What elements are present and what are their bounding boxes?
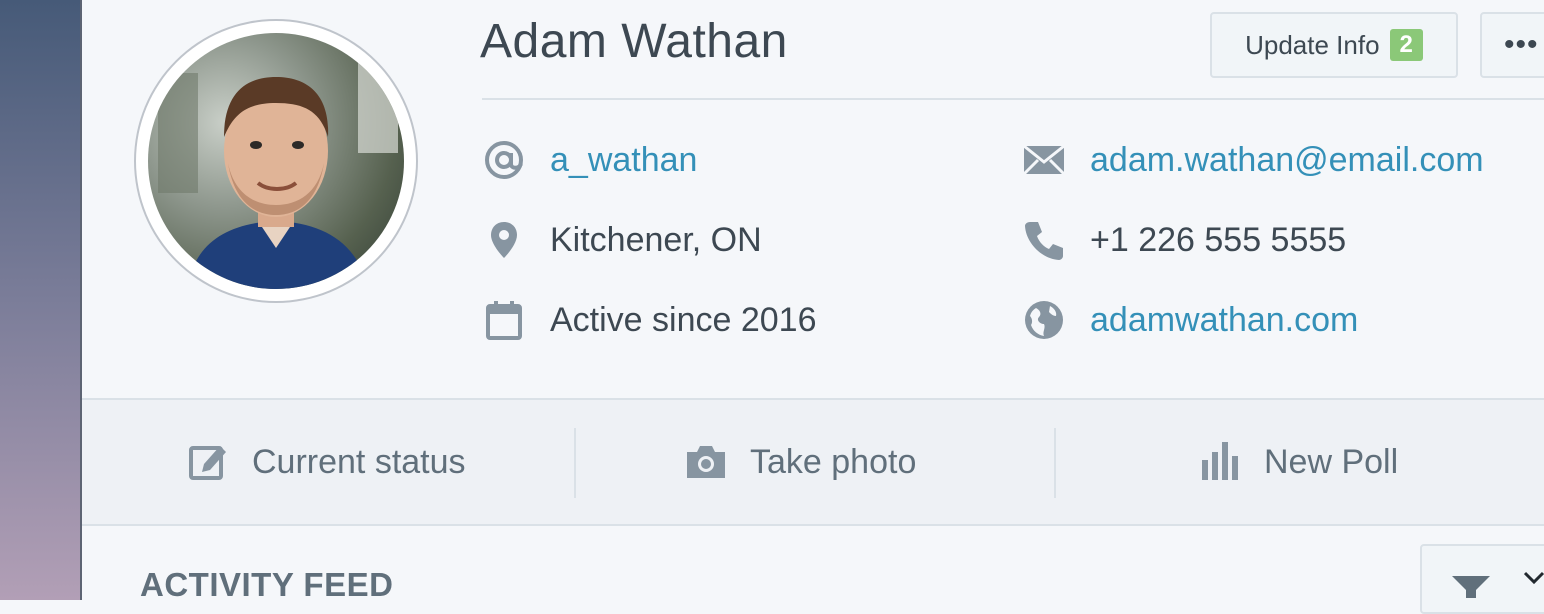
avatar-photo: [148, 33, 404, 289]
envelope-icon: [1022, 138, 1066, 182]
update-count-badge: 2: [1389, 29, 1423, 61]
map-pin-icon: [482, 218, 526, 262]
header-divider: [482, 98, 1544, 100]
location-row: Kitchener, ON: [482, 218, 762, 262]
avatar: [136, 21, 416, 301]
update-info-button[interactable]: Update Info 2: [1210, 12, 1458, 78]
phone-icon: [1022, 218, 1066, 262]
profile-page: Adam Wathan Update Info 2 ••• a_wathan K…: [82, 0, 1544, 614]
email-row: adam.wathan@email.com: [1022, 138, 1484, 182]
active-since-text: Active since 2016: [550, 300, 817, 339]
chevron-down-icon: [1522, 565, 1544, 594]
edit-icon: [186, 440, 230, 484]
location-text: Kitchener, ON: [550, 220, 762, 259]
at-icon: [482, 138, 526, 182]
calendar-icon: [482, 298, 526, 342]
camera-icon: [684, 440, 728, 484]
globe-icon: [1022, 298, 1066, 342]
website-link[interactable]: adamwathan.com: [1090, 301, 1358, 340]
take-photo-label: Take photo: [750, 442, 917, 481]
new-poll-button[interactable]: New Poll: [1198, 400, 1398, 524]
action-divider: [1054, 428, 1056, 498]
email-link[interactable]: adam.wathan@email.com: [1090, 141, 1484, 180]
current-status-label: Current status: [252, 442, 466, 481]
current-status-button[interactable]: Current status: [186, 400, 466, 524]
update-info-label: Update Info: [1245, 29, 1380, 60]
more-button[interactable]: •••: [1480, 12, 1544, 78]
phone-text: +1 226 555 5555: [1090, 220, 1347, 259]
phone-row: +1 226 555 5555: [1022, 218, 1346, 262]
more-icon: •••: [1504, 28, 1539, 61]
username-link[interactable]: a_wathan: [550, 141, 697, 180]
username-row: a_wathan: [482, 138, 697, 182]
filter-icon: [1450, 556, 1492, 603]
actions-bar: Current status Take photo New Poll: [82, 398, 1544, 526]
activity-feed-title: ACTIVITY FEED: [140, 566, 394, 603]
action-divider: [574, 428, 576, 498]
active-since-row: Active since 2016: [482, 298, 817, 342]
bar-chart-icon: [1198, 440, 1242, 484]
new-poll-label: New Poll: [1264, 442, 1399, 481]
sidebar-strip: [0, 0, 80, 600]
filter-button[interactable]: [1420, 544, 1544, 614]
profile-name: Adam Wathan: [480, 15, 788, 68]
website-row: adamwathan.com: [1022, 298, 1358, 342]
take-photo-button[interactable]: Take photo: [684, 400, 916, 524]
